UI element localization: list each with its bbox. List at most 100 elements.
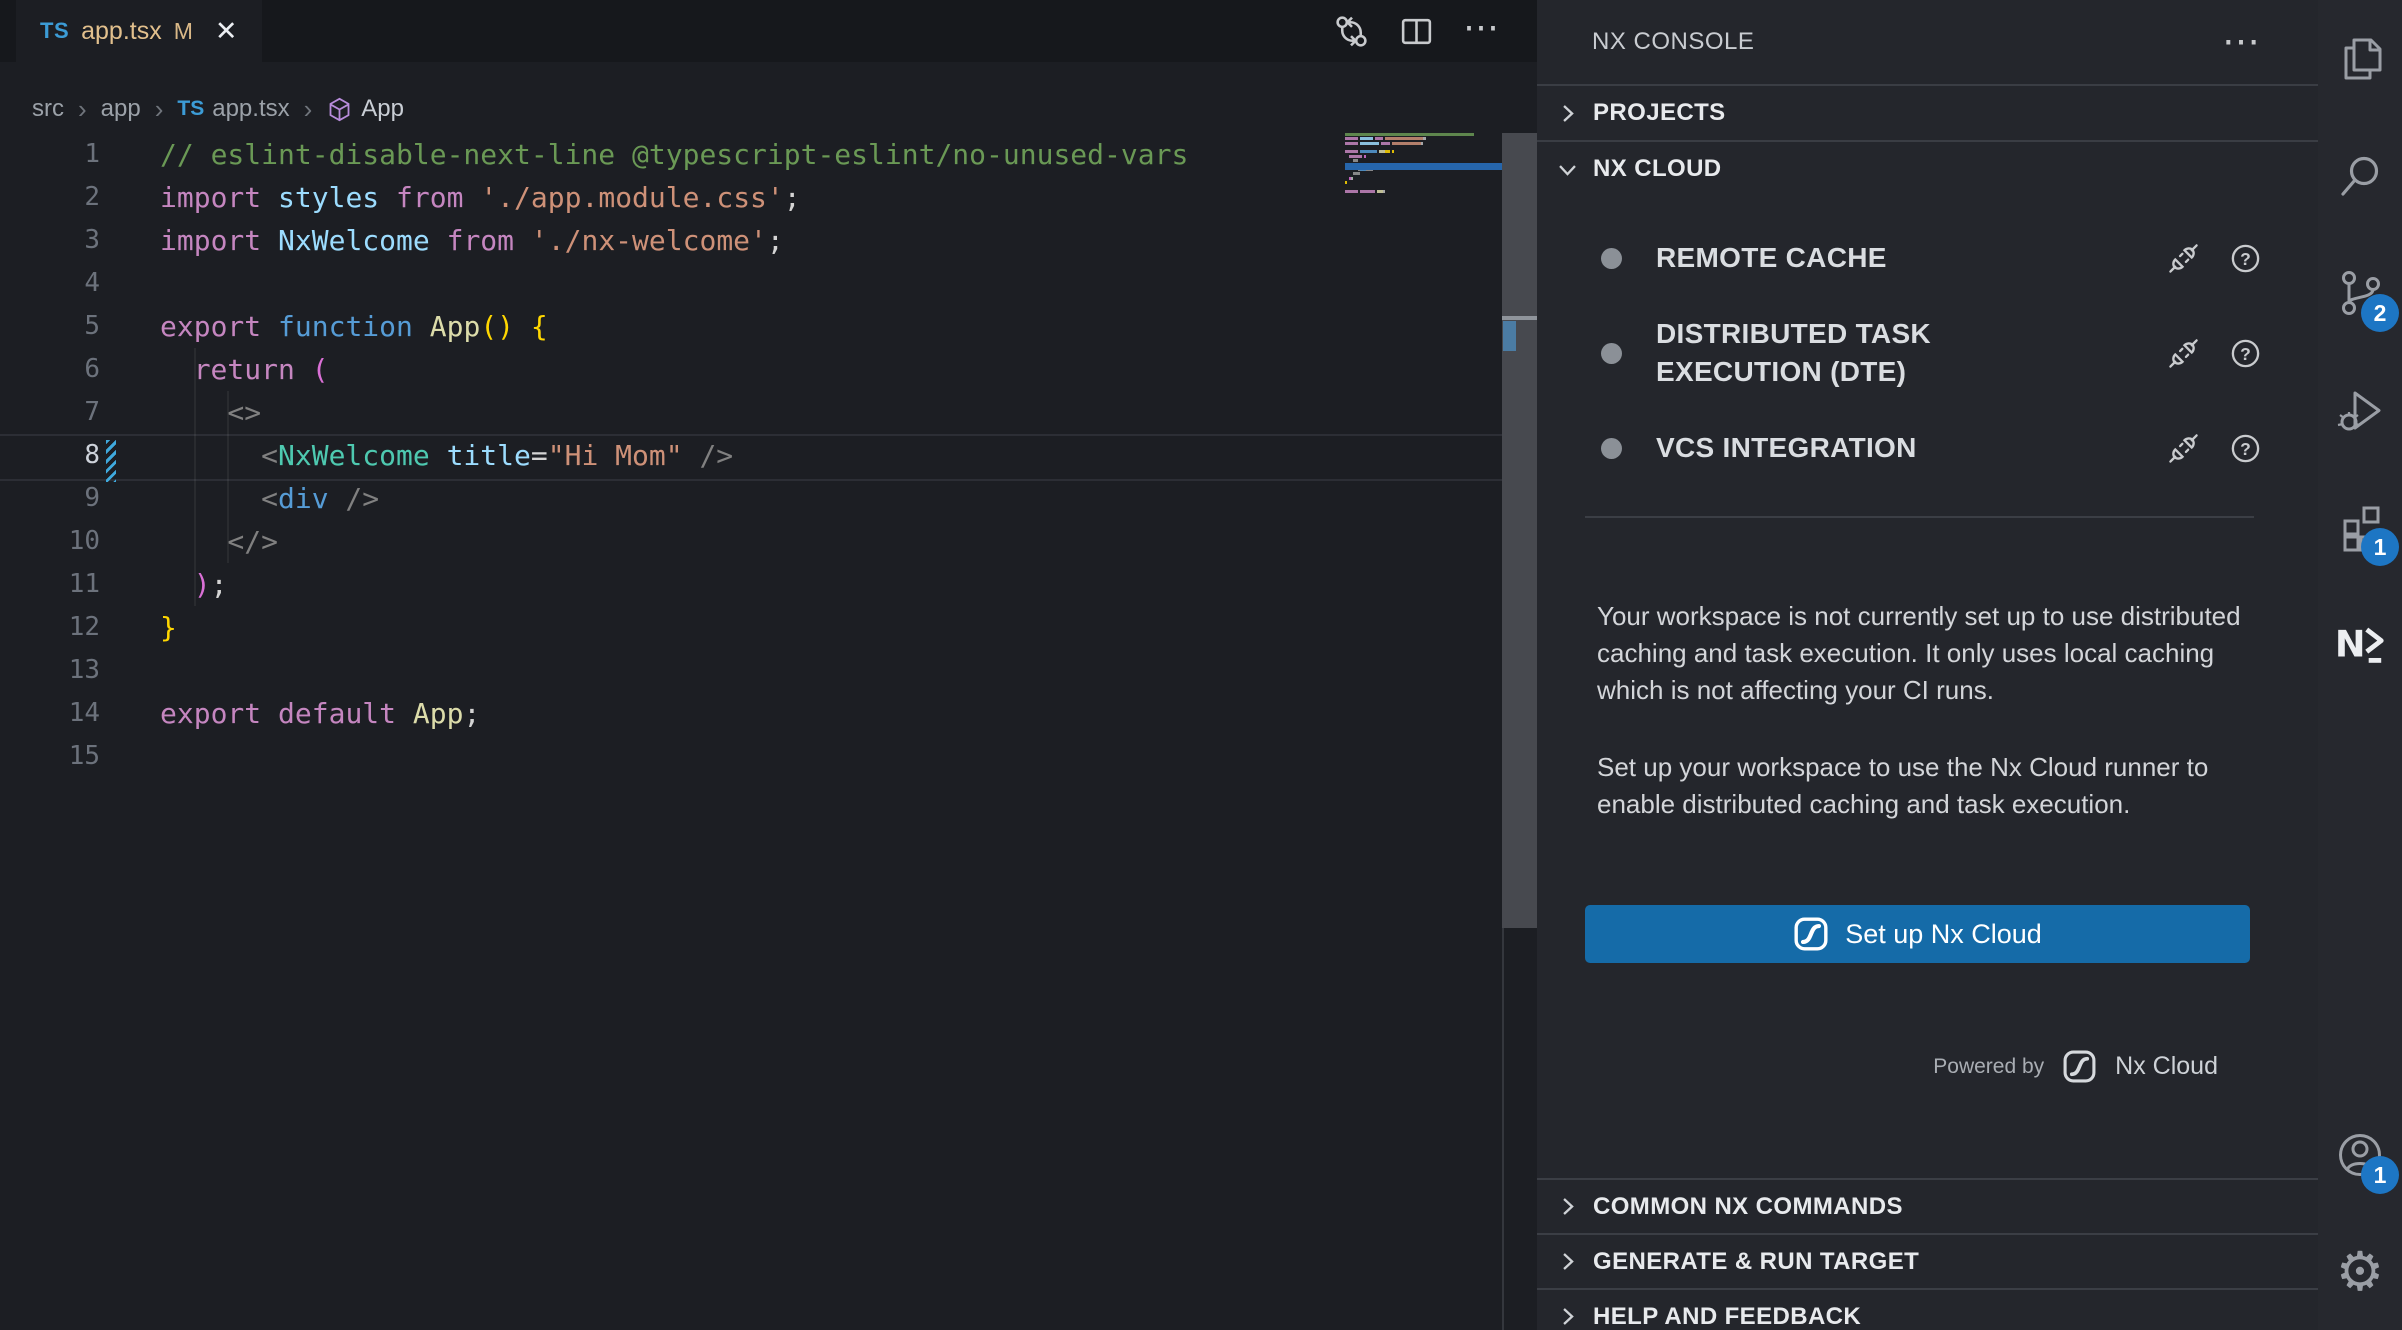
line-number[interactable]: 1 bbox=[0, 133, 100, 176]
nx-cloud-item: DISTRIBUTED TASK EXECUTION (DTE)? bbox=[1537, 296, 2318, 410]
powered-by-label: Powered by bbox=[1933, 1055, 2044, 1079]
section-common-nx-commands[interactable]: COMMON NX COMMANDS bbox=[1537, 1178, 2318, 1233]
activity-item-explorer[interactable] bbox=[2318, 0, 2402, 117]
breadcrumb-item-app.tsx[interactable]: TSapp.tsx bbox=[177, 95, 289, 123]
tab-app-tsx[interactable]: TS app.tsx M ✕ bbox=[16, 0, 262, 62]
connect-plug-icon[interactable] bbox=[2167, 432, 2200, 465]
breadcrumb-item-app[interactable]: app bbox=[101, 95, 141, 123]
activity-item-run-and-debug[interactable] bbox=[2318, 351, 2402, 468]
modified-indicator: M bbox=[174, 18, 193, 45]
code-line-6[interactable]: 6return ( bbox=[0, 348, 1502, 391]
breadcrumb-label: app.tsx bbox=[212, 95, 289, 123]
section-projects[interactable]: PROJECTS bbox=[1537, 84, 2318, 140]
code-line-10[interactable]: 10 </> bbox=[0, 520, 1502, 563]
nx-cloud-brand-label[interactable]: Nx Cloud bbox=[2115, 1052, 2218, 1081]
nx-cloud-item-label: REMOTE CACHE bbox=[1656, 239, 2096, 277]
line-number[interactable]: 5 bbox=[0, 305, 100, 348]
item-actions: ? bbox=[2167, 337, 2262, 370]
line-number[interactable]: 14 bbox=[0, 692, 100, 735]
workspace-status-text: Your workspace is not currently set up t… bbox=[1597, 598, 2248, 709]
minimap-line bbox=[1421, 142, 1423, 145]
powered-by: Powered by Nx Cloud bbox=[1537, 1049, 2318, 1084]
nx-cloud-item: VCS INTEGRATION? bbox=[1537, 410, 2318, 486]
code-line-5[interactable]: 5export function App() { bbox=[0, 305, 1502, 348]
section-generate-run-target[interactable]: GENERATE & RUN TARGET bbox=[1537, 1233, 2318, 1288]
line-number[interactable]: 10 bbox=[0, 520, 100, 563]
code-line-2[interactable]: 2import styles from './app.module.css'; bbox=[0, 176, 1502, 219]
item-actions: ? bbox=[2167, 242, 2262, 275]
minimap-line bbox=[1423, 137, 1425, 140]
more-actions-icon[interactable]: ⋯ bbox=[1463, 9, 1499, 53]
code-line-8[interactable]: 8<NxWelcome title="Hi Mom" /> bbox=[0, 434, 1502, 477]
activity-item-nx-console[interactable]: N bbox=[2318, 585, 2402, 702]
minimap[interactable] bbox=[1345, 133, 1502, 223]
code-editor[interactable]: 1 // eslint-disable-next-line @typescript… bbox=[0, 133, 1502, 778]
minimap-line bbox=[1385, 137, 1423, 140]
panel-header: NX CONSOLE ⋯ bbox=[1537, 0, 2318, 84]
nx-icon: N bbox=[2333, 617, 2387, 671]
chevron-right-icon bbox=[1556, 102, 1579, 125]
code-text: </> bbox=[160, 520, 278, 563]
activity-item-extensions[interactable]: 1 bbox=[2318, 468, 2402, 585]
code-line-12[interactable]: 12} bbox=[0, 606, 1502, 649]
activity-bar: 21N1⚙ bbox=[2318, 0, 2402, 1330]
line-number[interactable]: 7 bbox=[0, 391, 100, 434]
code-line-11[interactable]: 11); bbox=[0, 563, 1502, 606]
nx-cloud-item: REMOTE CACHE? bbox=[1537, 220, 2318, 296]
help-question-icon[interactable]: ? bbox=[2229, 432, 2262, 465]
svg-text:?: ? bbox=[2240, 343, 2251, 363]
section-label: COMMON NX COMMANDS bbox=[1593, 1193, 1903, 1221]
editor-area: TS app.tsx M ✕ ⋯ src›app›TSapp.tsx›App 1… bbox=[0, 0, 1537, 1330]
minimap-line bbox=[1364, 155, 1366, 158]
typescript-file-icon: TS bbox=[40, 18, 69, 44]
connect-plug-icon[interactable] bbox=[2167, 242, 2200, 275]
code-line-13[interactable]: 13 bbox=[0, 649, 1502, 692]
line-number[interactable]: 3 bbox=[0, 219, 100, 262]
line-number[interactable]: 12 bbox=[0, 606, 100, 649]
tab-label: app.tsx bbox=[81, 17, 162, 46]
line-number[interactable]: 4 bbox=[0, 262, 100, 305]
minimap-line bbox=[1345, 142, 1358, 145]
minimap-line bbox=[1360, 190, 1375, 193]
code-line-4[interactable]: 4 bbox=[0, 262, 1502, 305]
svg-text:N: N bbox=[2335, 622, 2366, 665]
files-icon bbox=[2334, 33, 2386, 85]
open-changes-icon[interactable] bbox=[1333, 13, 1370, 50]
activity-item-manage-settings[interactable]: ⚙ bbox=[2318, 1213, 2402, 1330]
code-text: export default App; bbox=[160, 692, 480, 735]
code-line-3[interactable]: 3import NxWelcome from './nx-welcome'; bbox=[0, 219, 1502, 262]
symbol-cube-icon bbox=[326, 96, 353, 123]
scrollbar-slider[interactable] bbox=[1502, 133, 1537, 928]
line-number[interactable]: 8 bbox=[0, 434, 100, 477]
section-nx-cloud[interactable]: NX CLOUD bbox=[1537, 140, 2318, 196]
section-label: GENERATE & RUN TARGET bbox=[1593, 1248, 1919, 1276]
code-text: // eslint-disable-next-line @typescript-… bbox=[160, 133, 1188, 176]
chevron-down-icon bbox=[1556, 158, 1579, 181]
minimap-line bbox=[1353, 159, 1357, 162]
code-line-1[interactable]: 1 // eslint-disable-next-line @typescript… bbox=[0, 133, 1502, 176]
line-number[interactable]: 15 bbox=[0, 735, 100, 778]
code-line-14[interactable]: 14 export default App; bbox=[0, 692, 1502, 735]
split-editor-icon[interactable] bbox=[1398, 13, 1435, 50]
close-tab-icon[interactable]: ✕ bbox=[215, 16, 238, 47]
code-line-15[interactable]: 15 bbox=[0, 735, 1502, 778]
code-line-9[interactable]: 9<div /> bbox=[0, 477, 1502, 520]
activity-item-accounts[interactable]: 1 bbox=[2318, 1096, 2402, 1213]
activity-item-search[interactable] bbox=[2318, 117, 2402, 234]
code-line-7[interactable]: 7<> bbox=[0, 391, 1502, 434]
help-question-icon[interactable]: ? bbox=[2229, 337, 2262, 370]
section-help-and-feedback[interactable]: HELP AND FEEDBACK bbox=[1537, 1288, 2318, 1330]
minimap-line bbox=[1349, 155, 1362, 158]
activity-item-source-control[interactable]: 2 bbox=[2318, 234, 2402, 351]
line-number[interactable]: 9 bbox=[0, 477, 100, 520]
breadcrumb-item-App[interactable]: App bbox=[326, 95, 404, 123]
breadcrumb-item-src[interactable]: src bbox=[32, 95, 64, 123]
line-number[interactable]: 6 bbox=[0, 348, 100, 391]
help-question-icon[interactable]: ? bbox=[2229, 242, 2262, 275]
nx-cloud-item-label: DISTRIBUTED TASK EXECUTION (DTE) bbox=[1656, 315, 2096, 391]
line-number[interactable]: 2 bbox=[0, 176, 100, 219]
setup-nx-cloud-button[interactable]: Set up Nx Cloud bbox=[1585, 905, 2250, 963]
connect-plug-icon[interactable] bbox=[2167, 337, 2200, 370]
line-number[interactable]: 13 bbox=[0, 649, 100, 692]
line-number[interactable]: 11 bbox=[0, 563, 100, 606]
